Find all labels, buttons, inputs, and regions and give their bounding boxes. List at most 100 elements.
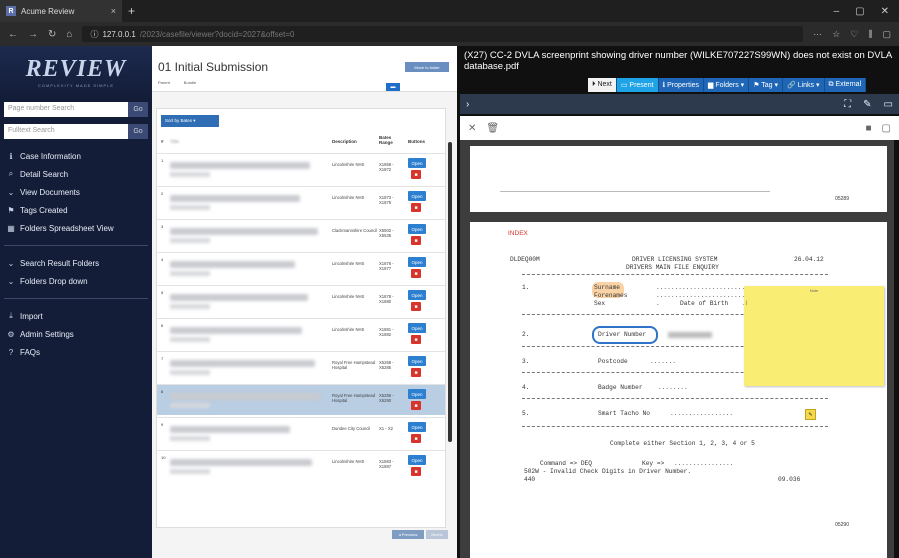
delete-icon[interactable]: ■ — [411, 335, 421, 344]
pdf-canvas[interactable]: 05289 INDEX DLDEQ00M DRIVER LICENSING SY… — [460, 140, 894, 558]
external-button[interactable]: ⧉ External — [824, 78, 867, 92]
pen-icon[interactable]: ✎ — [863, 99, 871, 110]
col-title[interactable]: Title — [170, 139, 179, 144]
open-button[interactable]: Open — [408, 323, 426, 333]
library-icon[interactable]: ⫼ — [868, 29, 872, 40]
page-actions-icon[interactable]: ··· — [813, 29, 822, 40]
row-bates-range: X1883 - X1887 — [379, 459, 394, 469]
sticky-note[interactable]: Note | — [744, 286, 884, 386]
pocket-icon[interactable]: ♡ — [850, 29, 858, 40]
maximize-icon[interactable]: ▢ — [855, 6, 864, 17]
home-icon[interactable]: ⌂ — [66, 29, 72, 40]
links-dropdown[interactable]: 🔗 Links ▾ — [783, 78, 825, 92]
bookmark-star-icon[interactable]: ☆ — [832, 29, 840, 40]
app-logo[interactable]: REVIEW COMPLEXITY MADE SIMPLE — [0, 46, 152, 98]
sort-button[interactable]: Sort by Bates ▾ — [161, 115, 219, 127]
table-row[interactable]: 1 Lincolnshire NHS X1858 - X1872 Open ■ — [157, 153, 445, 184]
delete-icon[interactable]: ■ — [411, 467, 421, 476]
delete-icon[interactable]: ■ — [411, 236, 421, 245]
pdf-page: 05289 — [470, 146, 887, 212]
open-button[interactable]: Open — [408, 455, 426, 465]
fulltext-go-button[interactable]: Go — [128, 124, 148, 139]
open-button[interactable]: Open — [408, 191, 426, 201]
next-document-button[interactable]: ⏵ Next — [588, 78, 617, 92]
page-search-go-button[interactable]: Go — [128, 102, 148, 117]
delete-icon[interactable]: ■ — [411, 269, 421, 278]
col-bates[interactable]: Bates Range — [379, 135, 401, 145]
open-button[interactable]: Open — [408, 290, 426, 300]
nav-label: FAQs — [20, 347, 41, 357]
col-number[interactable]: # — [161, 139, 164, 144]
nav-folders-drop-down[interactable]: ⌄ Folders Drop down — [0, 272, 152, 290]
parent-value[interactable]: Bundle — [184, 80, 196, 85]
index-label[interactable]: INDEX — [508, 230, 528, 237]
comment-icon[interactable]: ▭ — [884, 99, 893, 110]
properties-button[interactable]: ℹ Properties — [658, 78, 705, 92]
tag-dropdown[interactable]: ⚑ Tag ▾ — [749, 78, 784, 92]
forward-icon[interactable]: → — [28, 29, 38, 40]
delete-icon[interactable]: ■ — [411, 368, 421, 377]
url-field[interactable]: ⓘ 127.0.0.1 /2023/casefile/viewer?docid=… — [82, 26, 804, 42]
nav-search-result-folders[interactable]: ⌄ Search Result Folders — [0, 254, 152, 272]
table-row[interactable]: 5 Lincolnshire NHS X1878 - X1880 Open ■ — [157, 285, 445, 316]
fit-page-icon[interactable]: ⛶ — [844, 99, 851, 110]
close-window-icon[interactable]: ✕ — [881, 6, 889, 17]
previous-button[interactable]: ◂ Previous — [392, 530, 424, 539]
move-to-folder-button[interactable]: Move to folder — [405, 62, 449, 72]
open-button[interactable]: Open — [408, 158, 426, 168]
delete-icon[interactable]: ■ — [411, 203, 421, 212]
table-row[interactable]: 4 Lincolnshire NHS X1876 - X1877 Open ■ — [157, 252, 445, 283]
folders-dropdown[interactable]: ▆ Folders ▾ — [704, 78, 750, 92]
delete-icon[interactable]: ■ — [411, 401, 421, 410]
table-row[interactable]: 8 Royal Free Hampstead Hospital X5286 - X5… — [157, 384, 445, 415]
open-button[interactable]: Open — [408, 422, 426, 432]
nav-view-documents[interactable]: ⌄ View Documents — [0, 183, 152, 201]
table-row[interactable]: 2 Lincolnshire NHS X1873 - X1875 Open ■ — [157, 186, 445, 217]
next-button[interactable]: Next ▸ — [426, 530, 448, 539]
browser-tab[interactable]: R Acume Review × — [0, 0, 122, 22]
delete-icon[interactable]: ■ — [411, 170, 421, 179]
col-description[interactable]: Description — [332, 139, 357, 144]
table-row[interactable]: 7 Royal Free Hampstead Hospital X5268 - X5… — [157, 351, 445, 382]
table-row[interactable]: 6 Lincolnshire NHS X1881 - X1882 Open ■ — [157, 318, 445, 349]
sidebar-icon[interactable]: ▢ — [882, 29, 891, 40]
table-row[interactable]: 9 Dundee City Council X1 - X2 Open ■ — [157, 417, 445, 448]
nav-detail-search[interactable]: ⌕ Detail Search — [0, 165, 152, 183]
nav-import[interactable]: ⤓ Import — [0, 307, 152, 325]
parent-action-button[interactable]: ▬ — [386, 83, 400, 91]
open-button[interactable]: Open — [408, 224, 426, 234]
close-tab-icon[interactable]: × — [111, 6, 116, 16]
page-number: 05289 — [835, 196, 849, 202]
new-tab-button[interactable]: + — [128, 4, 135, 18]
close-icon[interactable]: ✕ — [468, 123, 476, 134]
nav-admin-settings[interactable]: ⚙ Admin Settings — [0, 325, 152, 343]
table-row[interactable]: 10 Lincolnshire NHS X1883 - X1887 Open ■ — [157, 450, 445, 481]
section-4: 4. — [522, 384, 530, 391]
nav-faqs[interactable]: ? FAQs — [0, 343, 152, 361]
trash-icon[interactable]: 🗑 — [486, 123, 499, 134]
reload-icon[interactable]: ↻ — [48, 29, 56, 40]
back-icon[interactable]: ← — [8, 29, 18, 40]
open-button[interactable]: Open — [408, 389, 426, 399]
minimize-icon[interactable]: – — [834, 6, 840, 17]
delete-icon[interactable]: ■ — [411, 302, 421, 311]
chevron-right-icon[interactable]: › — [466, 99, 469, 110]
badge-dots: ........ — [658, 384, 688, 391]
list-scrollbar[interactable] — [448, 142, 452, 442]
open-button[interactable]: Open — [408, 257, 426, 267]
page-number-input[interactable]: Page number Search — [4, 102, 128, 117]
grid-icon: ▦ — [7, 223, 15, 233]
open-button[interactable]: Open — [408, 356, 426, 366]
nav-tags-created[interactable]: ⚑ Tags Created — [0, 201, 152, 219]
stamp-icon[interactable]: ■ — [866, 123, 872, 134]
nav-folders-spreadsheet[interactable]: ▦ Folders Spreadsheet View — [0, 219, 152, 237]
note-icon[interactable]: ▢ — [882, 123, 891, 134]
redacted-subtitle — [170, 436, 210, 441]
sticky-note-text[interactable]: | — [746, 300, 747, 305]
present-button[interactable]: ▭ Present — [616, 78, 659, 92]
delete-icon[interactable]: ■ — [411, 434, 421, 443]
nav-case-information[interactable]: ℹ Case Information — [0, 147, 152, 165]
note-anchor-icon[interactable]: ✎ — [805, 409, 816, 420]
fulltext-input[interactable]: Fulltext Search — [4, 124, 128, 139]
table-row[interactable]: 3 Clackmannshire Council X5502 - X5535 Open… — [157, 219, 445, 250]
